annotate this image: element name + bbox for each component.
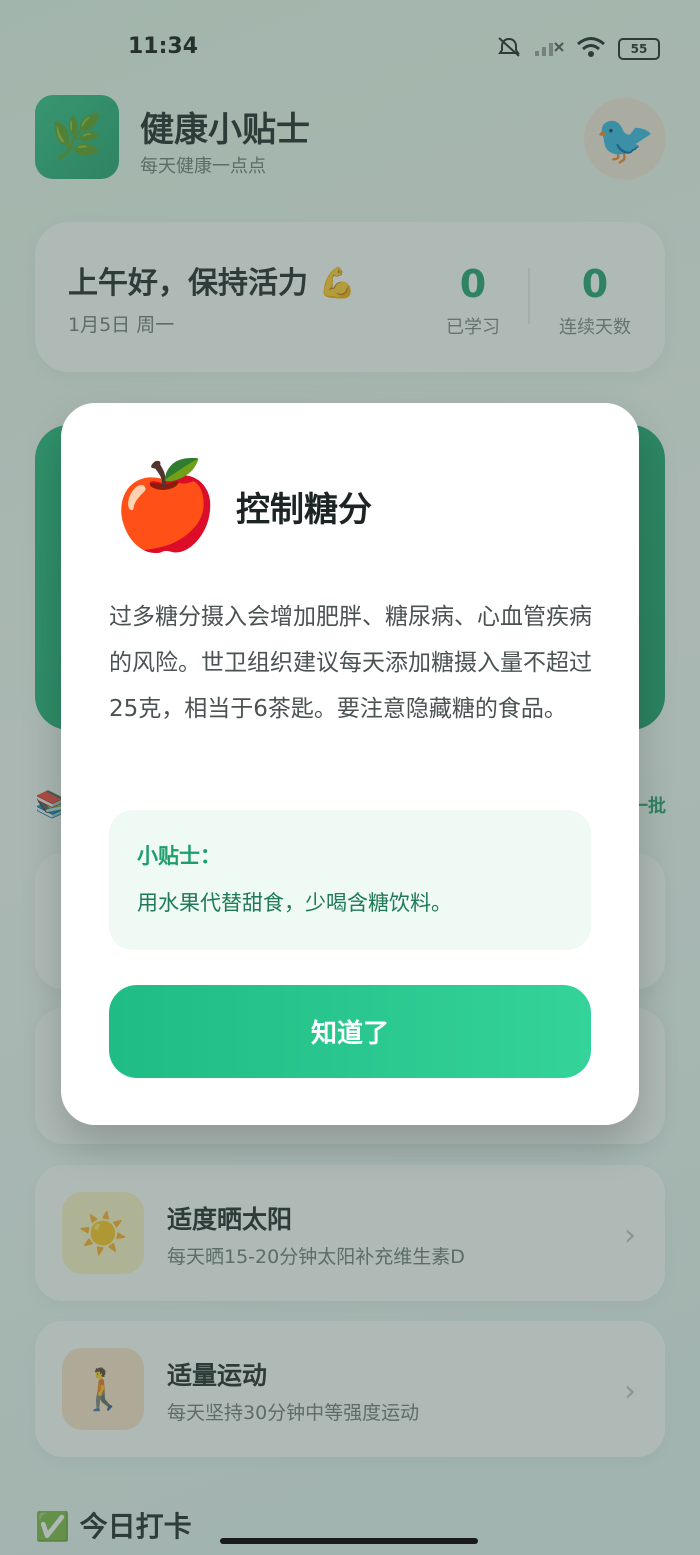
modal-body-text: 过多糖分摄入会增加肥胖、糖尿病、心血管疾病的风险。世卫组织建议每天添加糖摄入量不… xyxy=(109,604,592,722)
tip-box xyxy=(109,810,591,950)
tip-text: 用水果代替甜食，少喝含糖饮料。 xyxy=(137,891,452,915)
home-indicator[interactable] xyxy=(220,1538,478,1544)
got-it-button[interactable]: 知道了 xyxy=(109,985,591,1078)
tip-title: 小贴士： xyxy=(137,844,221,868)
apple-icon: 🍎 xyxy=(112,456,220,556)
modal-title: 控制糖分 xyxy=(236,490,372,530)
